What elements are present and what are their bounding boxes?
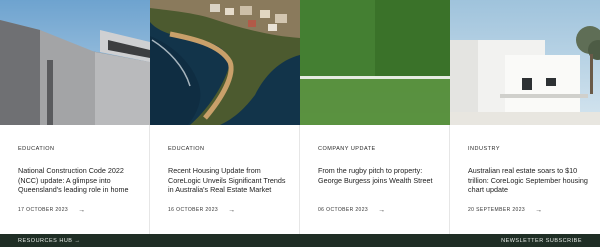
article-category: EDUCATION <box>168 146 205 152</box>
resources-hub-link[interactable]: RESOURCES HUB → <box>18 238 81 244</box>
article-title[interactable]: From the rugby pitch to property: George… <box>318 166 438 185</box>
footer-bar: RESOURCES HUB → NEWSLETTER SUBSCRIBE <box>0 234 600 247</box>
article-category: INDUSTRY <box>468 146 501 152</box>
article-image[interactable] <box>300 0 450 125</box>
article-meta: 06 OCTOBER 2023 → <box>318 207 386 214</box>
arrow-right-icon[interactable]: → <box>228 207 235 214</box>
article-image[interactable] <box>150 0 300 125</box>
article-image[interactable] <box>450 0 600 125</box>
article-card-grid: EDUCATION National Construction Code 202… <box>0 0 600 234</box>
article-date: 06 OCTOBER 2023 <box>318 207 369 213</box>
arrow-right-icon: → <box>74 237 81 244</box>
newsletter-subscribe-link[interactable]: NEWSLETTER SUBSCRIBE <box>501 238 582 244</box>
article-image[interactable] <box>0 0 150 125</box>
article-card[interactable]: COMPANY UPDATE From the rugby pitch to p… <box>300 0 450 234</box>
article-meta: 17 OCTOBER 2023 → <box>18 207 86 214</box>
resources-hub-label: RESOURCES HUB <box>18 237 73 244</box>
article-date: 20 SEPTEMBER 2023 <box>468 207 526 213</box>
article-card[interactable]: EDUCATION Recent Housing Update from Cor… <box>150 0 300 234</box>
article-card[interactable]: INDUSTRY Australian real estate soars to… <box>450 0 600 234</box>
article-title[interactable]: Recent Housing Update from CoreLogic Unv… <box>168 166 288 195</box>
article-meta: 20 SEPTEMBER 2023 → <box>468 207 543 214</box>
article-category: COMPANY UPDATE <box>318 146 376 152</box>
article-date: 17 OCTOBER 2023 <box>18 207 69 213</box>
arrow-right-icon[interactable]: → <box>378 207 385 214</box>
article-meta: 16 OCTOBER 2023 → <box>168 207 236 214</box>
article-date: 16 OCTOBER 2023 <box>168 207 219 213</box>
arrow-right-icon[interactable]: → <box>535 207 542 214</box>
article-title[interactable]: Australian real estate soars to $10 tril… <box>468 166 588 195</box>
article-title[interactable]: National Construction Code 2022 (NCC) up… <box>18 166 138 195</box>
arrow-right-icon[interactable]: → <box>78 207 85 214</box>
article-category: EDUCATION <box>18 146 55 152</box>
article-card[interactable]: EDUCATION National Construction Code 202… <box>0 0 150 234</box>
